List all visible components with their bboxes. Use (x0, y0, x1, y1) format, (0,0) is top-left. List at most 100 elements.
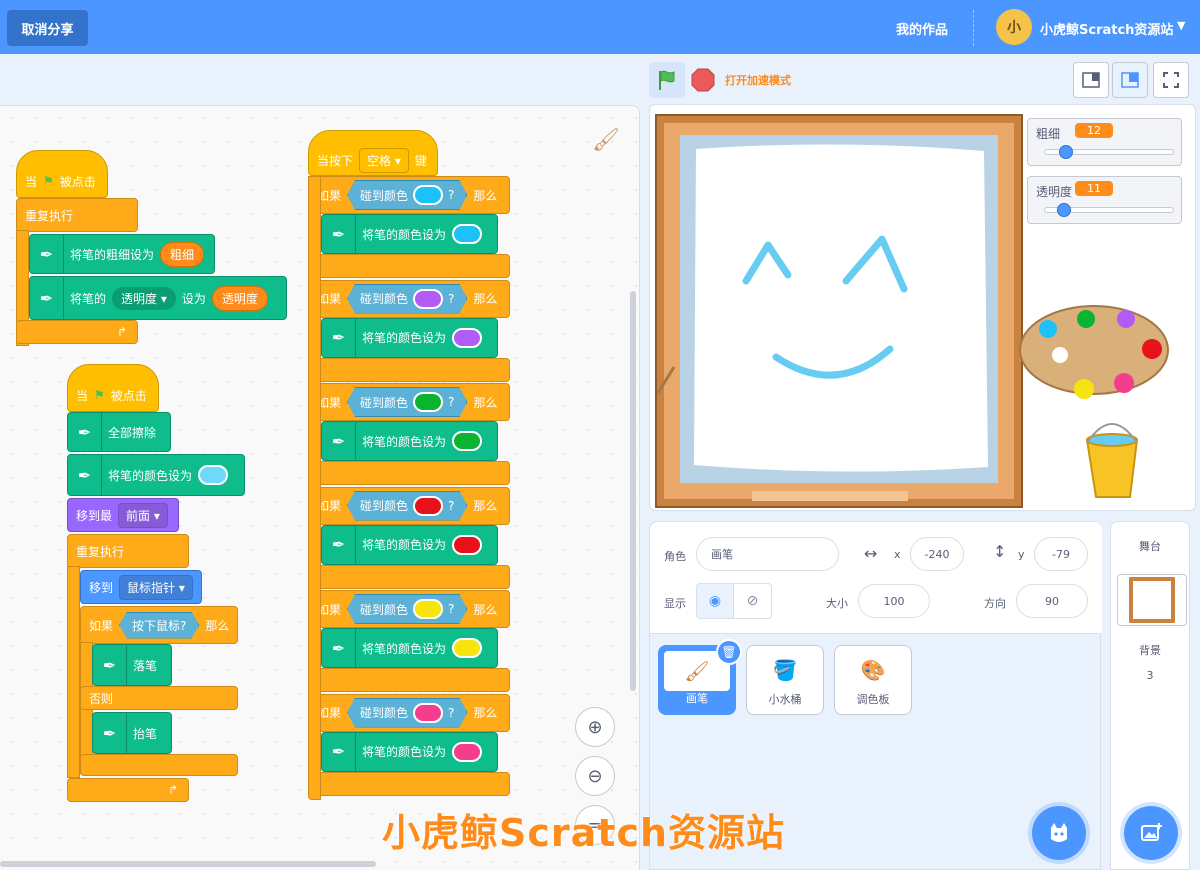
direction-field[interactable]: 90 (1016, 584, 1088, 618)
sensor-color-swatch[interactable] (413, 599, 443, 619)
code-area[interactable]: 🖌 当 ⚑ 被点击 重复执行 ↱ ✒ 将笔的粗细设为 粗细 ✒ 将笔的 透明度 … (0, 105, 640, 870)
pen-icon: ✒ (30, 277, 64, 319)
sprite-tile[interactable]: 🖌 画笔 🗑 (658, 639, 742, 715)
key-dropdown[interactable]: 空格 ▾ (359, 147, 409, 173)
touching-color-sensor[interactable]: 碰到颜色 ? (347, 491, 467, 521)
flag-icon (659, 70, 675, 90)
stop-button[interactable] (691, 68, 715, 92)
sensor-color-swatch[interactable] (413, 289, 443, 309)
sensor-color-swatch[interactable] (413, 496, 443, 516)
slider-knob[interactable] (1057, 203, 1072, 217)
zoom-in-button[interactable]: ⊕ (575, 707, 615, 747)
transparency-reporter[interactable]: 透明度 (211, 285, 268, 311)
slider-knob[interactable] (1058, 145, 1073, 159)
go-to-block[interactable]: 移到 鼠标指针 ▾ (80, 570, 202, 604)
variable-monitor[interactable]: 透明度 11 (1027, 176, 1182, 224)
forever-block[interactable]: 重复执行 (67, 534, 189, 568)
if-touching-header[interactable]: 如果 碰到颜色 ? 那么 (308, 693, 510, 732)
stage-selector[interactable]: 舞台 背景 3 (1110, 521, 1190, 870)
sensor-color-swatch[interactable] (413, 703, 443, 723)
layer-dropdown[interactable]: 前面 ▾ (118, 502, 168, 528)
unshare-button[interactable]: 取消分享 (7, 10, 88, 46)
large-stage-button[interactable] (1112, 62, 1148, 98)
set-pen-color-block[interactable]: ✒ 将笔的颜色设为 (321, 524, 498, 565)
sensor-label: 碰到颜色 (360, 188, 409, 203)
backdrop-thumbnail[interactable] (1117, 574, 1187, 626)
delete-sprite-button[interactable]: 🗑 (716, 639, 742, 665)
horizontal-scrollbar[interactable] (0, 861, 376, 867)
add-sprite-button[interactable] (1032, 806, 1086, 860)
erase-all-block[interactable]: ✒ 全部擦除 (67, 412, 171, 452)
sprite-tile[interactable]: 🪣 小水桶 (746, 645, 824, 715)
y-field[interactable]: -79 (1034, 537, 1088, 571)
choose-backdrop-button[interactable] (1124, 806, 1178, 860)
color-swatch[interactable] (452, 638, 483, 658)
vertical-scrollbar[interactable] (630, 291, 636, 691)
color-swatch[interactable] (452, 224, 483, 244)
if-touching-header[interactable]: 如果 碰到颜色 ? 那么 (308, 279, 510, 318)
touching-color-sensor[interactable]: 碰到颜色 ? (347, 594, 467, 624)
fullscreen-button[interactable] (1153, 62, 1189, 98)
block-label: 当按下 (317, 153, 354, 168)
eye-slash-icon[interactable]: ⊘ (734, 584, 771, 618)
block-label: 将笔的颜色设为 (362, 641, 447, 656)
if-touching-header[interactable]: 如果 碰到颜色 ? 那么 (308, 590, 510, 628)
when-flag-clicked-block[interactable]: 当 ⚑ 被点击 (16, 150, 108, 198)
sensor-label: 碰到颜色 (360, 292, 409, 306)
set-pen-color-block[interactable]: ✒ 将笔的颜色设为 (321, 731, 498, 772)
zoom-out-button[interactable]: ⊖ (575, 756, 615, 796)
variable-monitor[interactable]: 粗细 12 (1027, 118, 1182, 166)
monitor-slider[interactable] (1044, 203, 1174, 217)
set-pen-color-block[interactable]: ✒ 将笔的颜色设为 (321, 421, 498, 461)
forever-block[interactable]: 重复执行 (16, 198, 138, 232)
when-key-pressed-block[interactable]: 当按下 空格 ▾ 键 (308, 130, 438, 176)
forever-bottom: ↱ (67, 778, 189, 802)
x-field[interactable]: -240 (910, 537, 964, 571)
green-flag-button[interactable] (649, 62, 685, 98)
if-else-block[interactable]: 如果 按下鼠标? 那么 (80, 606, 238, 644)
sensor-color-swatch[interactable] (413, 185, 443, 205)
param-dropdown[interactable]: 透明度 ▾ (112, 286, 176, 310)
set-pen-color-block[interactable]: ✒ 将笔的颜色设为 (321, 214, 498, 254)
sprite-name-field[interactable]: 画笔 (696, 537, 839, 571)
eye-icon[interactable]: ◉ (697, 584, 735, 618)
turbo-mode-label[interactable]: 打开加速模式 (725, 72, 791, 88)
if-touching-header[interactable]: 如果 碰到颜色 ? 那么 (308, 176, 510, 214)
avatar[interactable]: 小 (996, 9, 1032, 45)
touching-color-sensor[interactable]: 碰到颜色 ? (347, 284, 467, 314)
size-field[interactable]: 100 (858, 584, 930, 618)
color-swatch[interactable] (452, 327, 483, 348)
set-pen-color-block[interactable]: ✒ 将笔的颜色设为 (67, 454, 245, 496)
color-swatch[interactable] (452, 741, 483, 762)
color-swatch[interactable] (452, 431, 483, 451)
touching-color-sensor[interactable]: 碰到颜色 ? (347, 387, 467, 417)
mouse-down-sensor[interactable]: 按下鼠标? (119, 612, 199, 639)
size-reporter[interactable]: 粗细 (160, 241, 205, 267)
goto-dropdown[interactable]: 鼠标指针 ▾ (119, 574, 193, 600)
set-pen-color-block[interactable]: ✒ 将笔的颜色设为 (321, 628, 498, 668)
when-flag-clicked-block[interactable]: 当 ⚑ 被点击 (67, 364, 159, 412)
color-swatch[interactable] (452, 534, 483, 555)
set-pen-param-block[interactable]: ✒ 将笔的 透明度 ▾ 设为 透明度 (29, 276, 287, 320)
pen-down-block[interactable]: ✒ 落笔 (92, 644, 172, 686)
touching-color-sensor[interactable]: 碰到颜色 ? (347, 180, 467, 210)
block-label: 当 (76, 388, 89, 403)
show-toggle[interactable]: ◉ ⊘ (696, 583, 772, 619)
small-stage-button[interactable] (1073, 62, 1109, 98)
go-to-layer-block[interactable]: 移到最 前面 ▾ (67, 498, 179, 532)
set-pen-size-block[interactable]: ✒ 将笔的粗细设为 粗细 (29, 234, 215, 274)
if-touching-header[interactable]: 如果 碰到颜色 ? 那么 (308, 486, 510, 525)
monitor-slider[interactable] (1044, 145, 1174, 159)
if-touching-header[interactable]: 如果 碰到颜色 ? 那么 (308, 383, 510, 421)
color-swatch[interactable] (198, 465, 229, 485)
set-pen-color-block[interactable]: ✒ 将笔的颜色设为 (321, 317, 498, 358)
pen-up-block[interactable]: ✒ 抬笔 (92, 712, 172, 754)
question-label: ? (448, 705, 455, 720)
user-name[interactable]: 小虎鲸Scratch资源站 (1040, 19, 1173, 38)
sensor-color-swatch[interactable] (413, 392, 443, 412)
block-label: 设为 (181, 291, 206, 306)
my-work-link[interactable]: 我的作品 (896, 19, 948, 38)
touching-color-sensor[interactable]: 碰到颜色 ? (347, 698, 467, 728)
chevron-down-icon[interactable]: ▼ (1177, 19, 1185, 32)
sprite-tile[interactable]: 🎨 调色板 (834, 645, 912, 715)
